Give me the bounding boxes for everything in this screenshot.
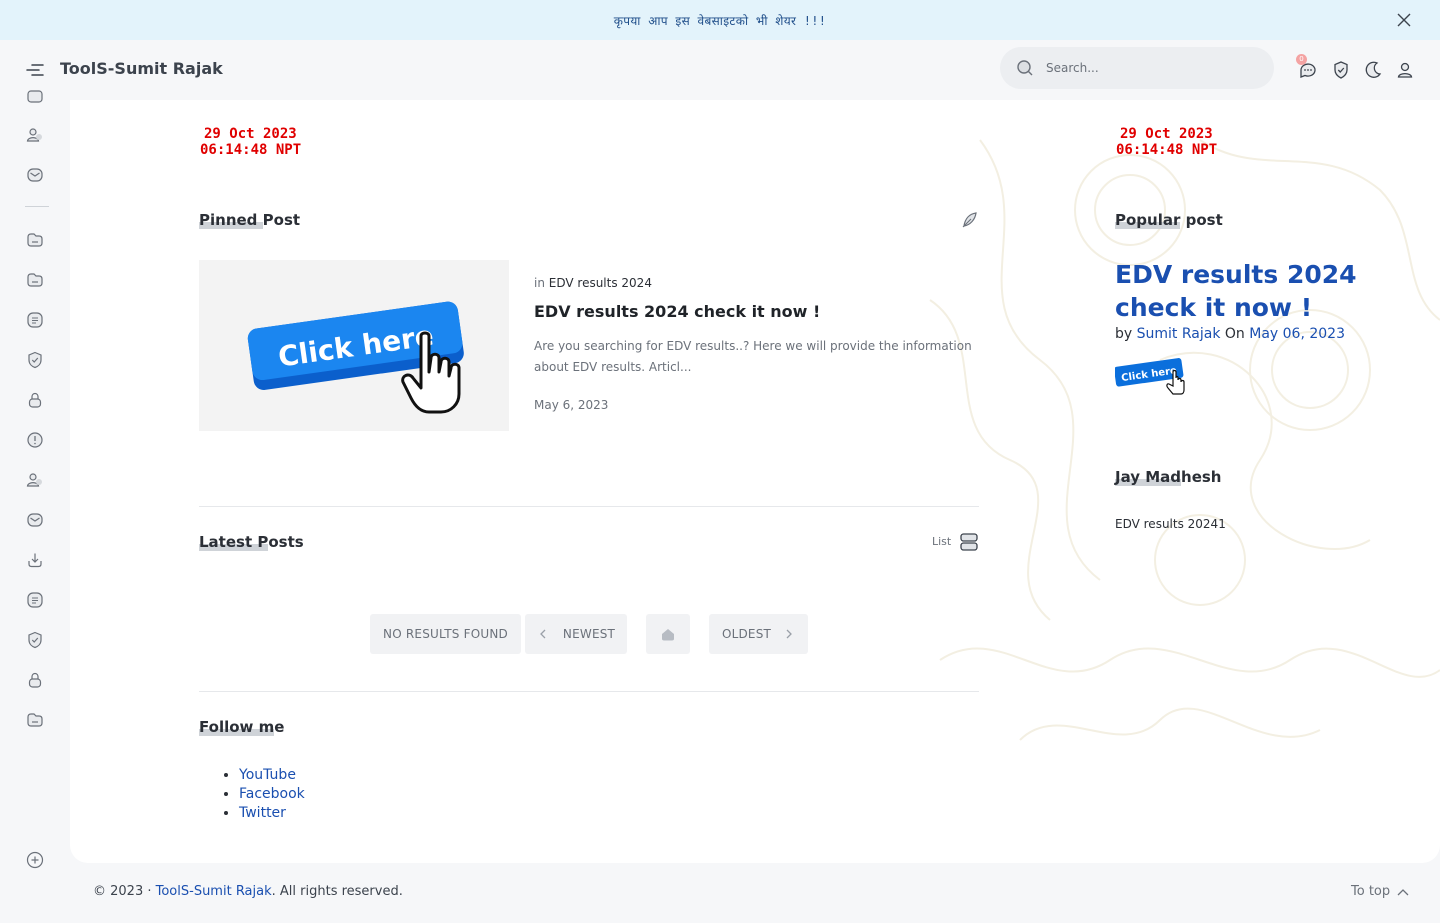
search-box[interactable] [1000, 47, 1274, 89]
lock-icon[interactable] [25, 670, 45, 690]
notice-text: कृपया आप इस वेबसाइटको भी शेयर !!! [613, 13, 827, 28]
jay-madhesh-text: EDV results 20241 [1115, 517, 1226, 531]
list-item: Facebook [239, 785, 305, 804]
pinned-post-date: May 6, 2023 [534, 398, 609, 412]
follow-me-heading: Follow me [199, 718, 285, 736]
jay-madhesh-heading: Jay Madhesh [1115, 468, 1222, 486]
clock-time: 06:14:48 NPT [200, 142, 302, 158]
popular-post-thumbnail[interactable]: Click here [1114, 356, 1187, 400]
twitter-link[interactable]: Twitter [239, 805, 286, 821]
search-input[interactable] [1046, 61, 1246, 75]
click-here-image: Click here [1114, 358, 1185, 395]
pinned-post-snippet: Are you searching for EDV results..? Her… [534, 339, 972, 374]
clock-time: 06:14:48 NPT [1116, 142, 1218, 158]
author-link[interactable]: Sumit Rajak [1137, 326, 1221, 342]
newest-button[interactable]: NEWEST [525, 614, 627, 654]
notification-badge: 0 [1296, 54, 1307, 65]
popular-post-heading: Popular post [1115, 211, 1223, 229]
latest-posts-heading: Latest Posts [199, 533, 304, 551]
clock-date: 29 Oct 2023 [1120, 126, 1213, 142]
section-divider [199, 506, 979, 507]
lock-icon[interactable] [25, 390, 45, 410]
document-icon[interactable] [25, 590, 45, 610]
folder-icon[interactable] [25, 710, 45, 730]
social-links-list: YouTube Facebook Twitter [239, 766, 305, 823]
facebook-link[interactable]: Facebook [239, 786, 305, 802]
post-category-meta: in EDV results 2024 [534, 276, 652, 290]
pinned-post-heading: Pinned Post [199, 211, 301, 229]
footer-site-link[interactable]: ToolS-Sumit Rajak [156, 884, 272, 899]
users-icon[interactable] [25, 125, 45, 145]
oldest-button[interactable]: OLDEST [709, 614, 808, 654]
folder-icon[interactable] [25, 86, 45, 106]
info-icon[interactable] [25, 430, 45, 450]
youtube-link[interactable]: YouTube [239, 767, 296, 783]
list-item: Twitter [239, 804, 305, 823]
to-top-button[interactable]: To top [1351, 884, 1410, 899]
mail-icon[interactable] [25, 165, 45, 185]
home-icon [662, 629, 674, 641]
close-icon[interactable] [1396, 12, 1412, 28]
chevron-up-icon [1397, 888, 1409, 895]
clock-widget-sidebar: 29 Oct 2023 06:14:48 NPT [1116, 126, 1217, 158]
rail-divider [25, 206, 49, 207]
shield-icon[interactable] [25, 350, 45, 370]
chevron-left-icon [540, 629, 546, 639]
user-icon[interactable] [1395, 60, 1415, 80]
left-rail [0, 90, 70, 923]
document-icon[interactable] [25, 310, 45, 330]
download-icon[interactable] [25, 550, 45, 570]
users-icon[interactable] [25, 470, 45, 490]
footer-copyright: © 2023 · ToolS-Sumit Rajak. All rights r… [93, 884, 403, 899]
section-divider [199, 691, 979, 692]
pinned-post-thumbnail[interactable]: Click here [199, 260, 509, 431]
folder-icon[interactable] [25, 270, 45, 290]
no-results-button: NO RESULTS FOUND [370, 614, 521, 654]
header: ToolS-Sumit Rajak 0 [0, 40, 1440, 100]
clock-date: 29 Oct 2023 [204, 126, 297, 142]
popular-post-byline: by Sumit Rajak On May 06, 2023 [1115, 326, 1345, 342]
chevron-right-icon [786, 629, 792, 639]
add-icon[interactable] [25, 850, 45, 870]
list-view-icon[interactable] [959, 532, 979, 552]
shield-icon[interactable] [25, 630, 45, 650]
notice-bar: कृपया आप इस वेबसाइटको भी शेयर !!! [0, 0, 1440, 40]
date-link[interactable]: May 06, 2023 [1249, 326, 1345, 342]
main-card: 29 Oct 2023 06:14:48 NPT 29 Oct 2023 06:… [70, 100, 1440, 863]
search-icon [1017, 60, 1033, 76]
shield-icon[interactable] [1331, 60, 1351, 80]
home-button[interactable] [646, 614, 690, 654]
site-title[interactable]: ToolS-Sumit Rajak [60, 59, 223, 78]
folder-icon[interactable] [25, 230, 45, 250]
popular-post-title[interactable]: EDV results 2024 check it now ! [1115, 258, 1420, 324]
mail-icon[interactable] [25, 510, 45, 530]
menu-icon[interactable] [24, 60, 46, 80]
moon-icon[interactable] [1363, 60, 1383, 80]
category-link[interactable]: EDV results 2024 [549, 276, 652, 290]
click-here-image: Click here [247, 301, 464, 414]
list-view-label: List [932, 535, 952, 548]
pin-feather-icon [962, 212, 977, 228]
clock-widget: 29 Oct 2023 06:14:48 NPT [200, 126, 301, 158]
list-item: YouTube [239, 766, 305, 785]
pinned-post-title[interactable]: EDV results 2024 check it now ! [534, 302, 820, 321]
